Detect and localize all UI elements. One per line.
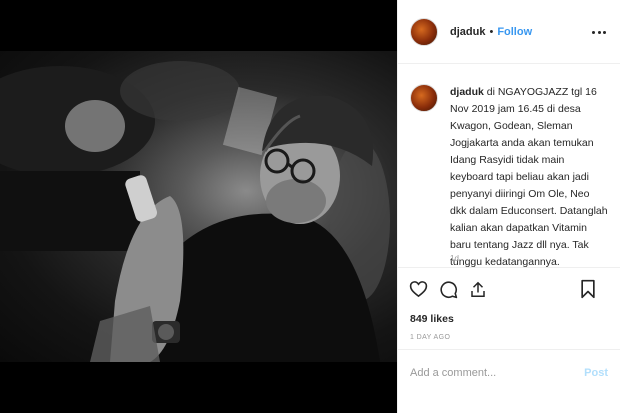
follow-button[interactable]: Follow: [497, 26, 532, 38]
comment-icon[interactable]: [438, 279, 458, 299]
post-side-panel: djaduk • Follow djaduk di NGAYOGJAZZ tgl…: [397, 0, 620, 413]
post-header: djaduk • Follow: [398, 0, 620, 64]
avatar[interactable]: [410, 17, 438, 46]
media-area: [0, 0, 397, 413]
comment-input[interactable]: [410, 367, 570, 379]
header-username[interactable]: djaduk: [450, 26, 485, 38]
post-photo[interactable]: [0, 51, 397, 362]
caption-section: djaduk di NGAYOGJAZZ tgl 16 Nov 2019 jam…: [398, 64, 620, 268]
caption-username[interactable]: djaduk: [450, 86, 484, 98]
share-icon[interactable]: [468, 279, 488, 299]
action-bar: [398, 268, 620, 310]
more-horizontal-icon[interactable]: [592, 25, 606, 39]
instagram-post-view: djaduk • Follow djaduk di NGAYOGJAZZ tgl…: [0, 0, 620, 413]
likes-count[interactable]: 849 likes: [398, 310, 620, 328]
caption-timestamp: 1d: [450, 254, 459, 263]
comment-form: Post: [398, 350, 620, 396]
heart-icon[interactable]: [408, 279, 428, 299]
caption-text: djaduk di NGAYOGJAZZ tgl 16 Nov 2019 jam…: [450, 84, 608, 267]
photo-illustration: [0, 61, 390, 362]
post-time-ago: 1 DAY AGO: [398, 328, 620, 350]
caption-body: di NGAYOGJAZZ tgl 16 Nov 2019 jam 16.45 …: [450, 86, 608, 268]
post-comment-button[interactable]: Post: [584, 367, 608, 379]
caption-avatar[interactable]: [410, 84, 438, 112]
bookmark-icon[interactable]: [578, 279, 598, 299]
header-separator: •: [489, 25, 494, 38]
